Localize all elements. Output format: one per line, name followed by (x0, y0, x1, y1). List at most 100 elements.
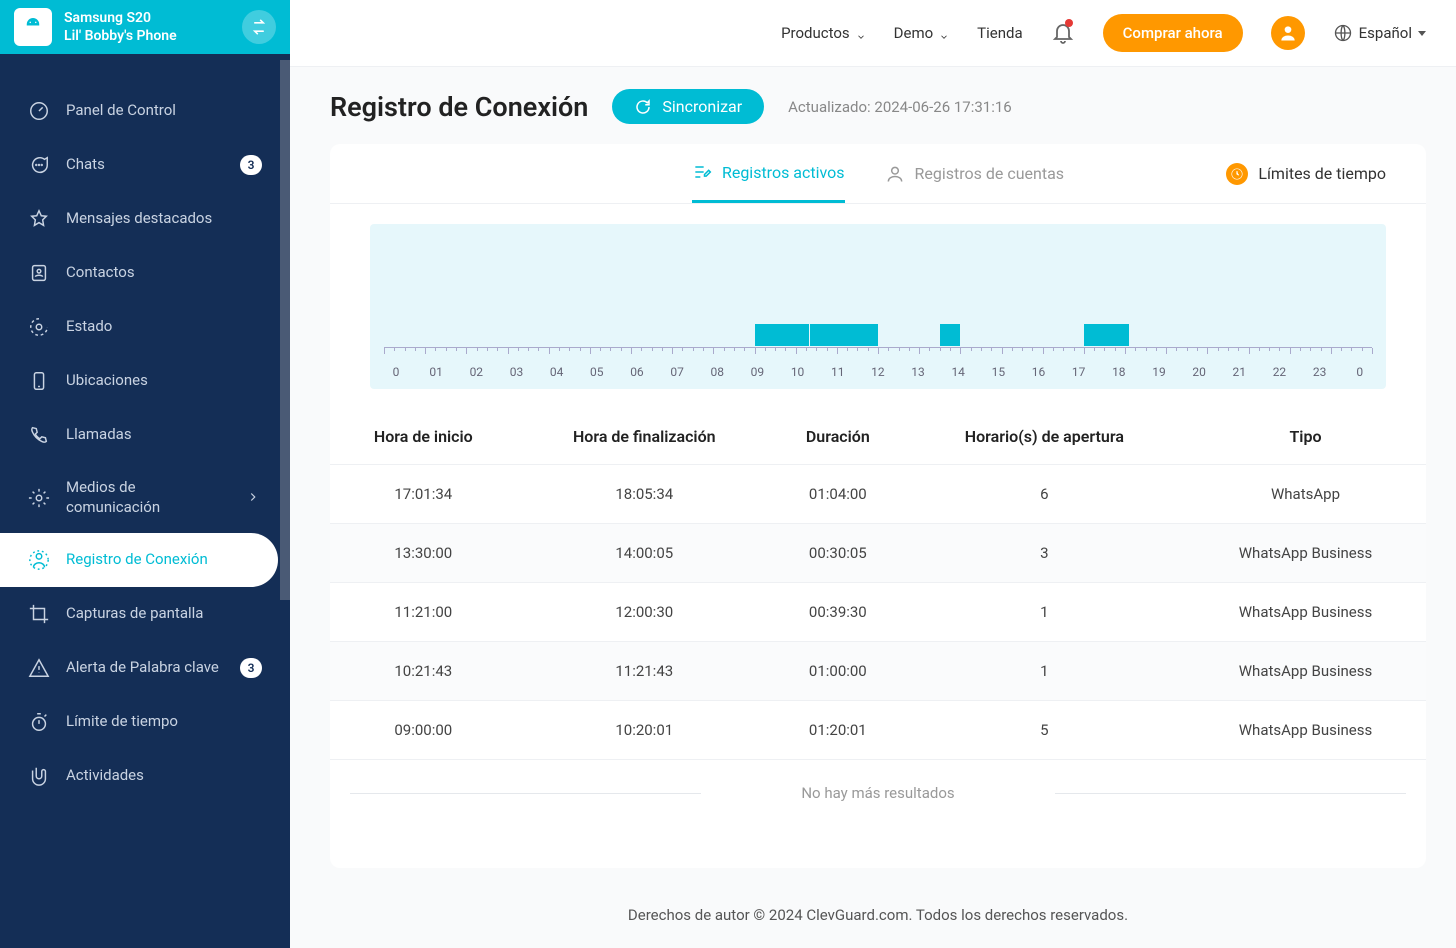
sync-button[interactable]: Sincronizar (612, 89, 764, 124)
timeline-tick-label: 07 (665, 365, 689, 379)
timeline-tick-label: 17 (1067, 365, 1091, 379)
timeline-tick-label: 0 (1348, 365, 1372, 379)
sidebar-item-calls[interactable]: Llamadas (0, 408, 290, 462)
chevron-right-icon (246, 490, 262, 506)
cell-end: 11:21:43 (517, 642, 772, 701)
sidebar-item-label: Mensajes destacados (66, 209, 262, 229)
sidebar-item-label: Ubicaciones (66, 371, 262, 391)
timeline-tick-label: 05 (585, 365, 609, 379)
sidebar-item-dashboard[interactable]: Panel de Control (0, 84, 290, 138)
cell-start: 09:00:00 (330, 701, 517, 760)
sidebar-item-keyword-alert[interactable]: Alerta de Palabra clave 3 (0, 641, 290, 695)
timeline-tick-label: 02 (464, 365, 488, 379)
timeline-chart: 0010203040506070809101112131415161718192… (370, 224, 1386, 389)
table-row[interactable]: 10:21:4311:21:4301:00:001WhatsApp Busine… (330, 642, 1426, 701)
tab-active-logs[interactable]: Registros activos (692, 144, 845, 203)
topnav-store[interactable]: Tienda (977, 24, 1022, 42)
sidebar-item-time-limit[interactable]: Límite de tiempo (0, 695, 290, 749)
sidebar-item-label: Estado (66, 317, 262, 337)
timeline-bar (755, 324, 810, 346)
page-title: Registro de Conexión (330, 91, 588, 123)
refresh-icon (634, 98, 652, 116)
timeline-tick-label: 21 (1227, 365, 1251, 379)
sidebar-item-status[interactable]: Estado (0, 300, 290, 354)
status-icon (28, 316, 50, 338)
sidebar-item-label: Registro de Conexión (66, 550, 250, 570)
no-more-results: No hay más resultados (330, 760, 1426, 826)
cell-opens: 1 (904, 583, 1185, 642)
sidebar-item-starred[interactable]: Mensajes destacados (0, 192, 290, 246)
cell-end: 10:20:01 (517, 701, 772, 760)
table-row[interactable]: 13:30:0014:00:0500:30:053WhatsApp Busine… (330, 524, 1426, 583)
cell-opens: 1 (904, 642, 1185, 701)
cell-start: 10:21:43 (330, 642, 517, 701)
timeline-tick-label: 09 (745, 365, 769, 379)
cell-end: 12:00:30 (517, 583, 772, 642)
time-limits-button[interactable]: Límites de tiempo (1226, 163, 1386, 185)
user-avatar[interactable] (1271, 16, 1305, 50)
sidebar-item-label: Medios de comunicación (66, 478, 230, 517)
topnav-label: Demo (894, 24, 934, 42)
chevron-down-icon (856, 28, 866, 38)
user-icon (885, 164, 905, 184)
timeline-bar (810, 324, 852, 346)
footer-copyright: Derechos de autor © 2024 ClevGuard.com. … (330, 888, 1426, 948)
table-row[interactable]: 17:01:3418:05:3401:04:006WhatsApp (330, 465, 1426, 524)
clock-icon (1226, 163, 1248, 185)
badge: 3 (240, 155, 262, 175)
topnav-label: Tienda (977, 24, 1022, 42)
timeline-tick-label: 18 (1107, 365, 1131, 379)
swap-device-button[interactable] (242, 10, 276, 44)
buy-now-button[interactable]: Comprar ahora (1103, 14, 1243, 52)
sidebar-item-locations[interactable]: Ubicaciones (0, 354, 290, 408)
sidebar-item-connection-log[interactable]: Registro de Conexión (0, 533, 278, 587)
sidebar-item-media[interactable]: Medios de comunicación (0, 462, 290, 533)
sidebar-item-contacts[interactable]: Contactos (0, 246, 290, 300)
gauge-icon (28, 100, 50, 122)
caret-down-icon (1418, 31, 1426, 36)
sidebar-item-label: Alerta de Palabra clave (66, 658, 224, 678)
sidebar-scrollbar[interactable] (280, 60, 290, 600)
timeline-tick-label: 12 (866, 365, 890, 379)
cell-start: 11:21:00 (330, 583, 517, 642)
android-icon (14, 8, 52, 46)
main: Productos Demo Tienda Comprar ahora (290, 0, 1456, 948)
device-model: Samsung S20 (64, 10, 230, 26)
time-limits-label: Límites de tiempo (1258, 164, 1386, 183)
topnav-products[interactable]: Productos (781, 24, 866, 42)
cell-end: 18:05:34 (517, 465, 772, 524)
sidebar-item-screenshots[interactable]: Capturas de pantalla (0, 587, 290, 641)
sidebar-nav: Panel de Control Chats 3 Mensajes destac… (0, 54, 290, 803)
tab-account-logs[interactable]: Registros de cuentas (885, 144, 1065, 203)
sidebar-item-label: Llamadas (66, 425, 262, 445)
timeline-tick-label: 20 (1187, 365, 1211, 379)
topnav-demo[interactable]: Demo (894, 24, 950, 42)
table-row[interactable]: 09:00:0010:20:0101:20:015WhatsApp Busine… (330, 701, 1426, 760)
timeline-tick-label: 22 (1267, 365, 1291, 379)
timeline-tick-label: 03 (504, 365, 528, 379)
sidebar-item-activities[interactable]: Actividades (0, 749, 290, 803)
timeline-section: 0010203040506070809101112131415161718192… (330, 204, 1426, 409)
cell-opens: 6 (904, 465, 1185, 524)
cell-duration: 00:30:05 (772, 524, 904, 583)
timeline-tick-label: 23 (1308, 365, 1332, 379)
cell-type: WhatsApp Business (1185, 701, 1426, 760)
phone-icon (28, 424, 50, 446)
cell-type: WhatsApp (1185, 465, 1426, 524)
tab-label: Registros activos (722, 163, 845, 182)
language-selector[interactable]: Español (1333, 23, 1426, 43)
timeline-tick-label: 13 (906, 365, 930, 379)
timeline-tick-label: 0 (384, 365, 408, 379)
chevron-down-icon (939, 28, 949, 38)
topnav-label: Productos (781, 24, 850, 42)
notifications-button[interactable] (1051, 21, 1075, 45)
col-opens: Horario(s) de apertura (904, 409, 1185, 465)
sidebar-item-chats[interactable]: Chats 3 (0, 138, 290, 192)
timeline-tick-label: 08 (705, 365, 729, 379)
user-icon (1278, 23, 1298, 43)
globe-icon (1333, 23, 1353, 43)
sync-label: Sincronizar (662, 97, 742, 116)
timeline-tick-label: 01 (424, 365, 448, 379)
table-row[interactable]: 11:21:0012:00:3000:39:301WhatsApp Busine… (330, 583, 1426, 642)
cell-duration: 01:04:00 (772, 465, 904, 524)
